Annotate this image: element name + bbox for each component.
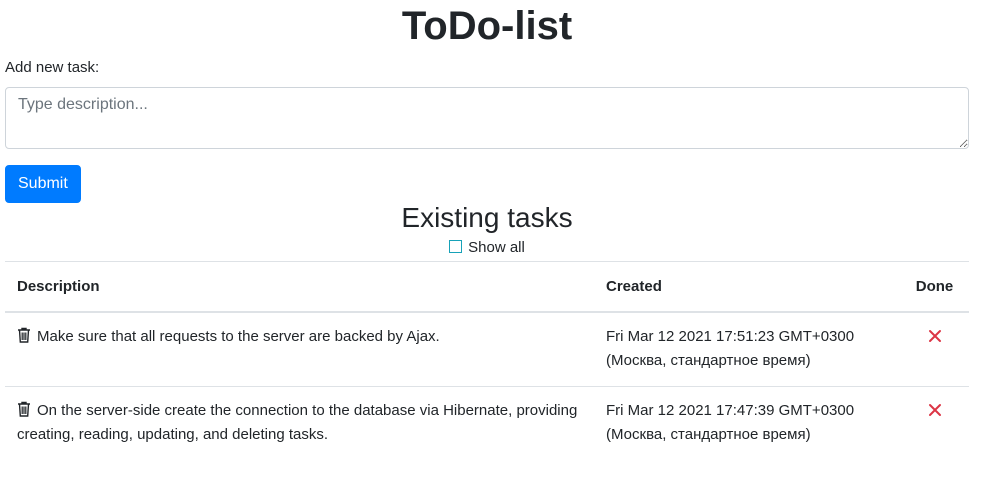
task-description-cell: Make sure that all requests to the serve… (5, 312, 594, 387)
tasks-table: Description Created Done Make sure that … (5, 261, 969, 460)
column-header-description: Description (5, 261, 594, 313)
show-all-toggle[interactable]: Show all (5, 235, 969, 261)
task-done-cell (900, 312, 969, 387)
x-mark-icon[interactable] (927, 402, 943, 418)
trash-icon[interactable] (17, 401, 31, 417)
x-mark-icon[interactable] (927, 328, 943, 344)
show-all-label: Show all (468, 239, 525, 256)
task-created-cell: Fri Mar 12 2021 17:47:39 GMT+0300 (Москв… (594, 386, 900, 460)
task-description-text: Make sure that all requests to the serve… (37, 328, 440, 345)
task-description-text: On the server-side create the connection… (17, 402, 578, 443)
task-created-cell: Fri Mar 12 2021 17:51:23 GMT+0300 (Москв… (606, 328, 855, 369)
page-container: ToDo-list Add new task: Submit Existing … (0, 0, 981, 460)
table-row: On the server-side create the connection… (5, 386, 969, 460)
column-header-created: Created (594, 261, 900, 313)
task-done-cell (900, 386, 969, 460)
task-description-cell: On the server-side create the connection… (5, 386, 594, 460)
show-all-checkbox[interactable] (449, 240, 463, 253)
table-header-row: Description Created Done (5, 261, 969, 313)
table-row: Make sure that all requests to the serve… (5, 312, 969, 387)
task-description-input[interactable] (5, 87, 969, 149)
add-task-label: Add new task: (5, 59, 100, 76)
column-header-done: Done (900, 261, 969, 313)
existing-tasks-title: Existing tasks (401, 202, 573, 233)
trash-icon[interactable] (17, 327, 31, 343)
page-title: ToDo-list (401, 4, 573, 48)
submit-button[interactable]: Submit (5, 165, 81, 203)
